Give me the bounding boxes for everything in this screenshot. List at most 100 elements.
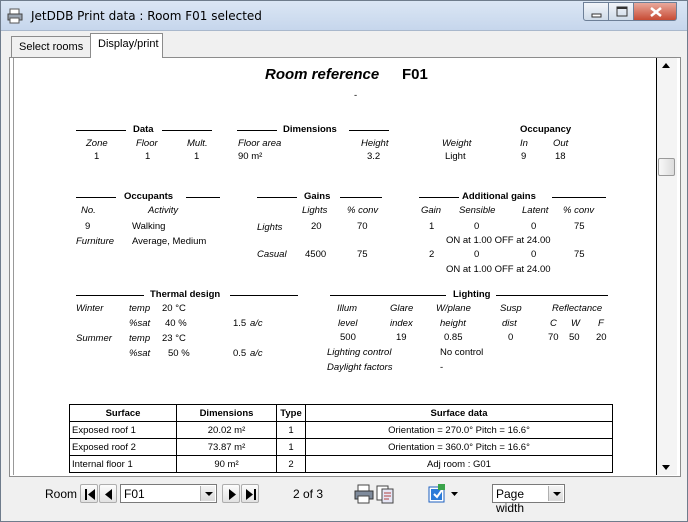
gains-lights-value: 20	[311, 221, 322, 232]
room-select[interactable]: F01	[120, 484, 217, 503]
cell-surface-data: Orientation = 270.0° Pitch = 16.6°	[305, 421, 613, 439]
maximize-icon	[616, 6, 628, 17]
daylight-factors-label: Daylight factors	[327, 362, 393, 373]
cell-surface-data: Adj room : G01	[305, 455, 613, 473]
export-icon[interactable]	[426, 483, 448, 505]
zone-value: 1	[94, 151, 100, 162]
winter-sat-label: %sat	[129, 318, 151, 329]
additional-gain-2: 2	[429, 249, 435, 260]
minimize-button[interactable]	[583, 2, 609, 21]
app-window: JetDDB Print data : Room F01 selected Se…	[0, 0, 688, 522]
table-header-row: Surface Dimensions Type Surface data	[69, 404, 613, 422]
report-heading-label: Room reference	[265, 66, 380, 83]
first-room-button[interactable]	[80, 484, 98, 503]
cell-surface: Exposed roof 2	[69, 438, 177, 456]
gains-section-title: Gains	[304, 191, 331, 202]
reflectance-header: Reflectance	[552, 303, 603, 314]
occupancy-section-title: Occupancy	[520, 124, 572, 135]
report-page: Room reference F01 - Data Zone Floor Mul…	[13, 58, 655, 475]
gains-lights-header: Lights	[302, 205, 328, 216]
close-button[interactable]	[633, 2, 677, 21]
summer-sat-value: 50 %	[168, 348, 190, 359]
lighting-title: Lighting	[453, 289, 491, 300]
gain-header: Gain	[421, 205, 442, 216]
gains-lights-label: Lights	[257, 222, 283, 233]
last-room-button[interactable]	[241, 484, 259, 503]
index-value: 19	[396, 332, 407, 343]
title-bar: JetDDB Print data : Room F01 selected	[1, 1, 687, 31]
additional-latent-2: 0	[531, 249, 537, 260]
room-select-value: F01	[124, 487, 145, 501]
gains-casual-conv: 75	[357, 249, 368, 260]
gains-conv-header: % conv	[347, 205, 379, 216]
column-header-surface: Surface	[69, 404, 177, 422]
export-menu-button[interactable]	[448, 484, 461, 503]
maximize-button[interactable]	[608, 2, 634, 21]
occupants-no-value: 9	[85, 221, 91, 232]
scroll-thumb[interactable]	[658, 158, 675, 176]
refl-c-value: 70	[548, 332, 559, 343]
report-heading-value: F01	[402, 66, 428, 83]
additional-latent-1: 0	[531, 221, 537, 232]
scroll-down-icon[interactable]	[662, 465, 670, 470]
first-page-icon	[85, 489, 95, 500]
height-value: 3.2	[367, 151, 381, 162]
occupants-no-header: No.	[81, 205, 96, 216]
winter-ac-unit: a/c	[250, 318, 263, 329]
additional-gain-1: 1	[429, 221, 435, 232]
cell-dimensions: 20.02 m²	[176, 421, 277, 439]
thermal-design-title: Thermal design	[150, 289, 221, 300]
activity-value: Walking	[132, 221, 166, 232]
winter-temp-label: temp	[129, 303, 151, 314]
gains-casual-value: 4500	[305, 249, 327, 260]
summer-temp-label: temp	[129, 333, 151, 344]
out-value: 18	[555, 151, 566, 162]
zone-header: Zone	[86, 138, 108, 149]
additional-conv-1: 75	[574, 221, 585, 232]
bottom-toolbar: Room F01 2 of 3 Page width	[9, 478, 681, 515]
additional-gains-title: Additional gains	[462, 191, 536, 202]
susp-header: Susp	[500, 303, 522, 314]
refl-f-value: 20	[596, 332, 607, 343]
chevron-down-icon[interactable]	[548, 486, 563, 501]
summer-temp-value: 23 °C	[162, 333, 186, 344]
surface-table: Surface Dimensions Type Surface data Exp…	[69, 404, 613, 473]
summer-sat-label: %sat	[129, 348, 151, 359]
summer-ac-value: 0.5	[233, 348, 247, 359]
floor-area-value: 90 m²	[238, 151, 263, 162]
cell-dimensions: 90 m²	[176, 455, 277, 473]
wplane-header: W/plane	[436, 303, 471, 314]
minimize-icon	[591, 13, 602, 18]
winter-label: Winter	[76, 303, 104, 314]
mult-header: Mult.	[187, 138, 208, 149]
room-label: Room	[45, 487, 78, 501]
summer-label: Summer	[76, 333, 112, 344]
copy-icon[interactable]	[375, 483, 395, 505]
report-subheading: -	[354, 90, 358, 101]
scroll-up-icon[interactable]	[662, 63, 670, 68]
vertical-scrollbar[interactable]	[656, 58, 677, 475]
previous-room-button[interactable]	[99, 484, 117, 503]
zoom-select[interactable]: Page width	[492, 484, 565, 515]
illum-header: Illum	[337, 303, 358, 314]
print-icon[interactable]	[353, 483, 375, 505]
next-room-button[interactable]	[222, 484, 240, 503]
printer-icon	[7, 8, 23, 24]
tab-select-rooms[interactable]: Select rooms	[11, 36, 91, 57]
chevron-down-icon[interactable]	[200, 486, 215, 501]
latent-header: Latent	[522, 205, 549, 216]
additional-schedule-2: ON at 1.00 OFF at 24.00	[446, 264, 551, 275]
cell-type: 1	[276, 438, 306, 456]
last-page-icon	[246, 489, 256, 500]
additional-conv-2: 75	[574, 249, 585, 260]
table-row: Exposed roof 2 73.87 m² 1 Orientation = …	[69, 438, 613, 456]
cell-surface: Exposed roof 1	[69, 421, 177, 439]
furniture-value: Average, Medium	[132, 236, 207, 247]
zoom-select-value: Page width	[496, 487, 525, 515]
additional-schedule-1: ON at 1.00 OFF at 24.00	[446, 235, 551, 246]
furniture-header: Furniture	[76, 236, 115, 247]
in-header: In	[520, 138, 528, 149]
tab-display-print[interactable]: Display/print	[90, 33, 163, 58]
winter-sat-value: 40 %	[165, 318, 187, 329]
level-header: level	[338, 318, 358, 329]
